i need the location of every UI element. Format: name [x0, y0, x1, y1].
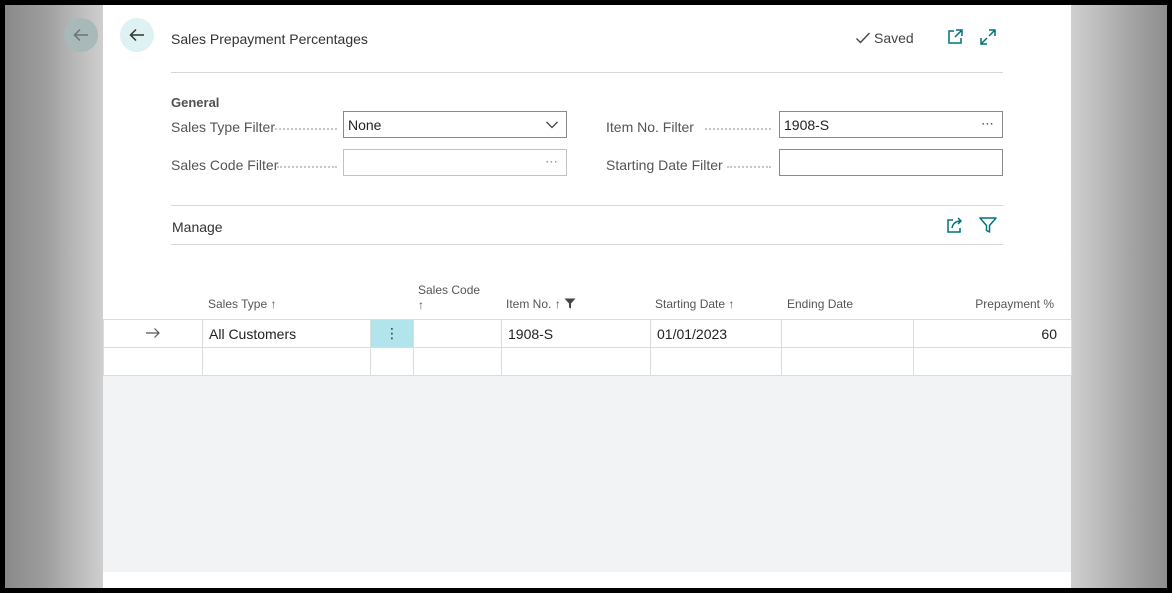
saved-label: Saved — [874, 30, 914, 46]
cell-ending-date[interactable] — [781, 347, 914, 376]
page-title: Sales Prepayment Percentages — [171, 31, 368, 47]
label-leader-dots — [727, 166, 771, 168]
sales-type-filter-select[interactable]: None — [343, 111, 567, 138]
header-divider — [171, 72, 1003, 73]
action-bar-divider — [171, 244, 1003, 245]
item-no-filter-input[interactable]: 1908-S ⋯ — [779, 111, 1003, 138]
cell-starting-date[interactable]: 01/01/2023 — [650, 319, 782, 348]
cell-item-no[interactable]: 1908-S — [501, 319, 651, 348]
table-row-new[interactable] — [103, 347, 1072, 376]
ellipsis-icon[interactable]: ⋯ — [981, 116, 994, 132]
arrow-up-icon: ↑ — [270, 297, 277, 311]
ellipsis-icon[interactable]: ⋯ — [545, 154, 558, 170]
sales-type-filter-value: None — [348, 116, 382, 133]
chevron-down-icon — [546, 121, 558, 129]
prepayment-table: All Customers ⋮ 1908-S 01/01/2023 60 — [103, 319, 1072, 376]
expand-icon[interactable] — [978, 27, 998, 47]
label-leader-dots — [275, 128, 337, 130]
cell-sales-type[interactable]: All Customers — [202, 319, 371, 348]
label-leader-dots — [705, 128, 771, 130]
cell-ending-date[interactable] — [781, 319, 914, 348]
background-page-left — [5, 5, 103, 588]
starting-date-filter-label: Starting Date Filter — [606, 157, 723, 173]
column-header-ending-date[interactable]: Ending Date — [787, 297, 853, 311]
sales-type-filter-label: Sales Type Filter — [171, 119, 276, 135]
vertical-ellipsis-icon: ⋮ — [385, 325, 399, 341]
cell-sales-type[interactable] — [202, 347, 371, 376]
table-row[interactable]: All Customers ⋮ 1908-S 01/01/2023 60 — [103, 319, 1072, 348]
cell-prepayment-pct[interactable]: 60 — [913, 319, 1072, 348]
open-in-new-window-icon[interactable] — [945, 27, 965, 47]
cell-starting-date[interactable] — [650, 347, 782, 376]
cell-sales-code[interactable] — [413, 319, 502, 348]
cell-prepayment-pct[interactable] — [913, 347, 1072, 376]
share-icon[interactable] — [945, 215, 965, 235]
row-indicator — [103, 347, 203, 376]
row-indicator — [103, 319, 203, 348]
column-header-sales-code[interactable]: Sales Code ↑ — [418, 283, 480, 313]
starting-date-filter-input[interactable] — [779, 149, 1003, 176]
sales-code-filter-input[interactable]: ⋯ — [343, 149, 567, 176]
column-header-prepayment-pct[interactable]: Prepayment % — [963, 297, 1054, 311]
checkmark-icon — [856, 32, 871, 44]
column-header-starting-date[interactable]: Starting Date ↑ — [655, 297, 734, 311]
row-menu-cell — [370, 347, 414, 376]
arrow-up-icon: ↑ — [728, 297, 735, 311]
background-back-button — [64, 18, 98, 52]
sales-code-filter-label: Sales Code Filter — [171, 157, 279, 173]
arrow-left-icon — [129, 28, 144, 42]
section-divider — [171, 205, 1003, 206]
item-no-filter-label: Item No. Filter — [606, 119, 694, 135]
saved-status: Saved — [855, 30, 914, 46]
cell-sales-code[interactable] — [413, 347, 502, 376]
row-menu-button[interactable]: ⋮ — [370, 319, 414, 348]
column-header-item-no[interactable]: Item No. ↑ — [506, 297, 576, 311]
filter-icon[interactable] — [978, 215, 998, 235]
arrow-up-icon: ↑ — [418, 298, 424, 312]
page: Sales Prepayment Percentages Saved Gener… — [103, 5, 1072, 588]
column-header-sales-type[interactable]: Sales Type ↑ — [208, 297, 277, 311]
arrow-right-icon — [146, 327, 160, 338]
filter-icon — [564, 298, 576, 309]
general-section-title: General — [171, 95, 220, 110]
app-frame: Sales Prepayment Percentages Saved Gener… — [5, 5, 1167, 588]
background-page-right — [1071, 5, 1167, 588]
cell-item-no[interactable] — [501, 347, 651, 376]
back-button[interactable] — [120, 18, 154, 52]
label-leader-dots — [277, 166, 337, 168]
item-no-filter-value: 1908-S — [784, 116, 830, 133]
arrow-up-icon: ↑ — [554, 297, 561, 311]
arrow-left-icon — [73, 28, 88, 42]
manage-menu[interactable]: Manage — [172, 219, 223, 235]
